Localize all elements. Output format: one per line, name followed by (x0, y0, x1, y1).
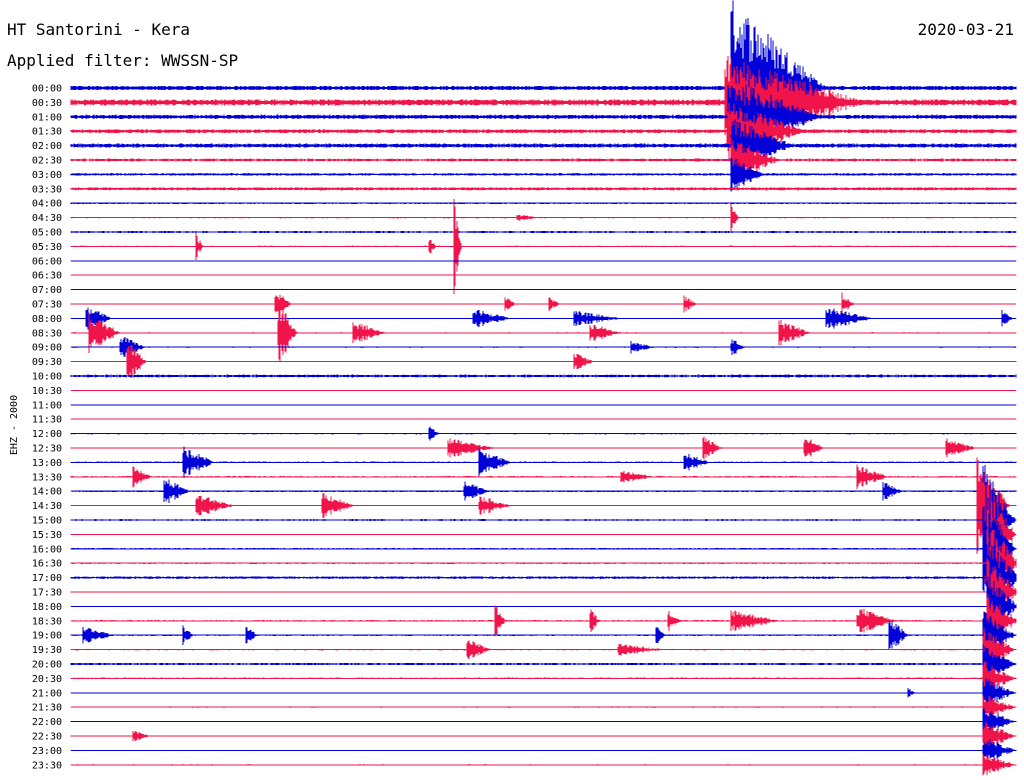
trace-row-2100 (70, 678, 1017, 707)
trace-row-1200 (70, 426, 1017, 441)
row-time-label: 23:00 (32, 746, 62, 757)
trace-row-0630 (70, 274, 1017, 276)
row-time-label: 22:30 (32, 732, 62, 743)
row-time-label: 08:00 (32, 314, 62, 325)
row-time-label: 16:00 (32, 544, 62, 555)
row-time-label: 12:00 (32, 429, 62, 440)
row-time-label: 04:00 (32, 199, 62, 210)
row-time-label: 23:30 (32, 760, 62, 771)
row-time-label: 01:00 (32, 112, 62, 123)
row-time-labels: 00:00 00:30 01:00 01:30 02:00 02:30 03:00 03:30… (32, 84, 62, 772)
row-time-label: 00:00 (32, 84, 62, 95)
date-label: 2020-03-21 (918, 20, 1014, 39)
trace-row-1830 (70, 594, 1017, 647)
row-time-label: 15:00 (32, 516, 62, 527)
trace-row-0200 (70, 119, 1017, 172)
trace-row-1930 (70, 627, 1017, 672)
row-time-label: 15:30 (32, 530, 62, 541)
row-time-label: 04:30 (32, 213, 62, 224)
trace-row-0830 (70, 304, 1017, 362)
row-time-label: 09:00 (32, 343, 62, 354)
row-time-label: 22:00 (32, 717, 62, 728)
row-time-label: 19:30 (32, 645, 62, 656)
trace-row-1600 (70, 505, 1017, 592)
row-time-label: 21:00 (32, 688, 62, 699)
trace-row-0130 (70, 103, 1017, 160)
trace-row-1100 (70, 404, 1017, 406)
trace-row-2300 (70, 739, 1017, 762)
row-time-label: 10:30 (32, 386, 62, 397)
seismic-traces (70, 0, 1017, 776)
row-time-label: 21:30 (32, 703, 62, 714)
trace-row-0300 (70, 157, 1017, 192)
row-time-label: 01:30 (32, 127, 62, 138)
row-time-label: 06:30 (32, 271, 62, 282)
row-time-label: 03:30 (32, 184, 62, 195)
row-time-label: 08:30 (32, 328, 62, 339)
trace-row-0430 (70, 204, 1017, 232)
row-time-label: 05:30 (32, 242, 62, 253)
trace-row-0530 (70, 198, 1017, 294)
trace-row-0800 (70, 307, 1017, 330)
row-time-label: 14:30 (32, 501, 62, 512)
row-time-label: 12:30 (32, 444, 62, 455)
trace-row-1630 (70, 523, 1017, 604)
trace-row-1030 (70, 389, 1017, 391)
trace-row-0500 (70, 231, 1017, 233)
row-time-label: 09:30 (32, 357, 62, 368)
trace-row-0600 (70, 260, 1017, 262)
trace-row-2230 (70, 721, 1017, 751)
trace-row-1330 (70, 464, 1017, 490)
trace-row-1700 (70, 540, 1017, 615)
row-time-label: 13:30 (32, 472, 62, 483)
trace-row-2030 (70, 661, 1017, 696)
row-time-label: 19:00 (32, 631, 62, 642)
trace-row-2330 (70, 753, 1017, 776)
trace-row-0700 (70, 289, 1017, 291)
trace-row-0000 (70, 0, 1017, 176)
trace-row-0900 (70, 337, 1017, 358)
station-title: HT Santorini - Kera (7, 20, 190, 39)
trace-row-1000 (70, 374, 1017, 378)
row-time-label: 02:30 (32, 156, 62, 167)
row-time-label: 17:30 (32, 588, 62, 599)
trace-row-0330 (70, 187, 1017, 191)
trace-row-0100 (70, 84, 1017, 150)
row-time-label: 13:00 (32, 458, 62, 469)
row-time-label: 07:00 (32, 285, 62, 296)
row-time-label: 03:00 (32, 170, 62, 181)
row-time-label: 05:00 (32, 228, 62, 239)
trace-row-2130 (70, 695, 1017, 720)
trace-row-1530 (70, 476, 1017, 593)
row-time-label: 06:00 (32, 256, 62, 267)
row-time-label: 14:00 (32, 487, 62, 498)
trace-row-2200 (70, 708, 1017, 736)
row-time-label: 16:30 (32, 559, 62, 570)
row-time-label: 18:00 (32, 602, 62, 613)
row-time-label: 17:00 (32, 573, 62, 584)
helicorder-plot: HT Santorini - Kera Applied filter: WWSS… (7, 0, 1017, 776)
row-time-label: 10:00 (32, 372, 62, 383)
trace-row-1230 (70, 436, 1017, 460)
row-time-label: 11:30 (32, 415, 62, 426)
trace-row-0930 (70, 345, 1017, 379)
trace-row-1400 (70, 479, 1017, 504)
row-time-label: 02:00 (32, 141, 62, 152)
row-time-label: 11:00 (32, 400, 62, 411)
row-time-label: 18:30 (32, 616, 62, 627)
trace-row-2000 (70, 644, 1017, 684)
row-time-label: 20:30 (32, 674, 62, 685)
row-time-label: 20:00 (32, 660, 62, 671)
channel-label: EHZ - 2000 (9, 395, 20, 455)
row-time-label: 00:30 (32, 98, 62, 109)
trace-row-0400 (70, 202, 1017, 204)
filter-label: Applied filter: WWSSN-SP (7, 51, 238, 70)
row-time-label: 07:30 (32, 300, 62, 311)
trace-row-0730 (70, 292, 1017, 316)
trace-row-1130 (70, 418, 1017, 420)
